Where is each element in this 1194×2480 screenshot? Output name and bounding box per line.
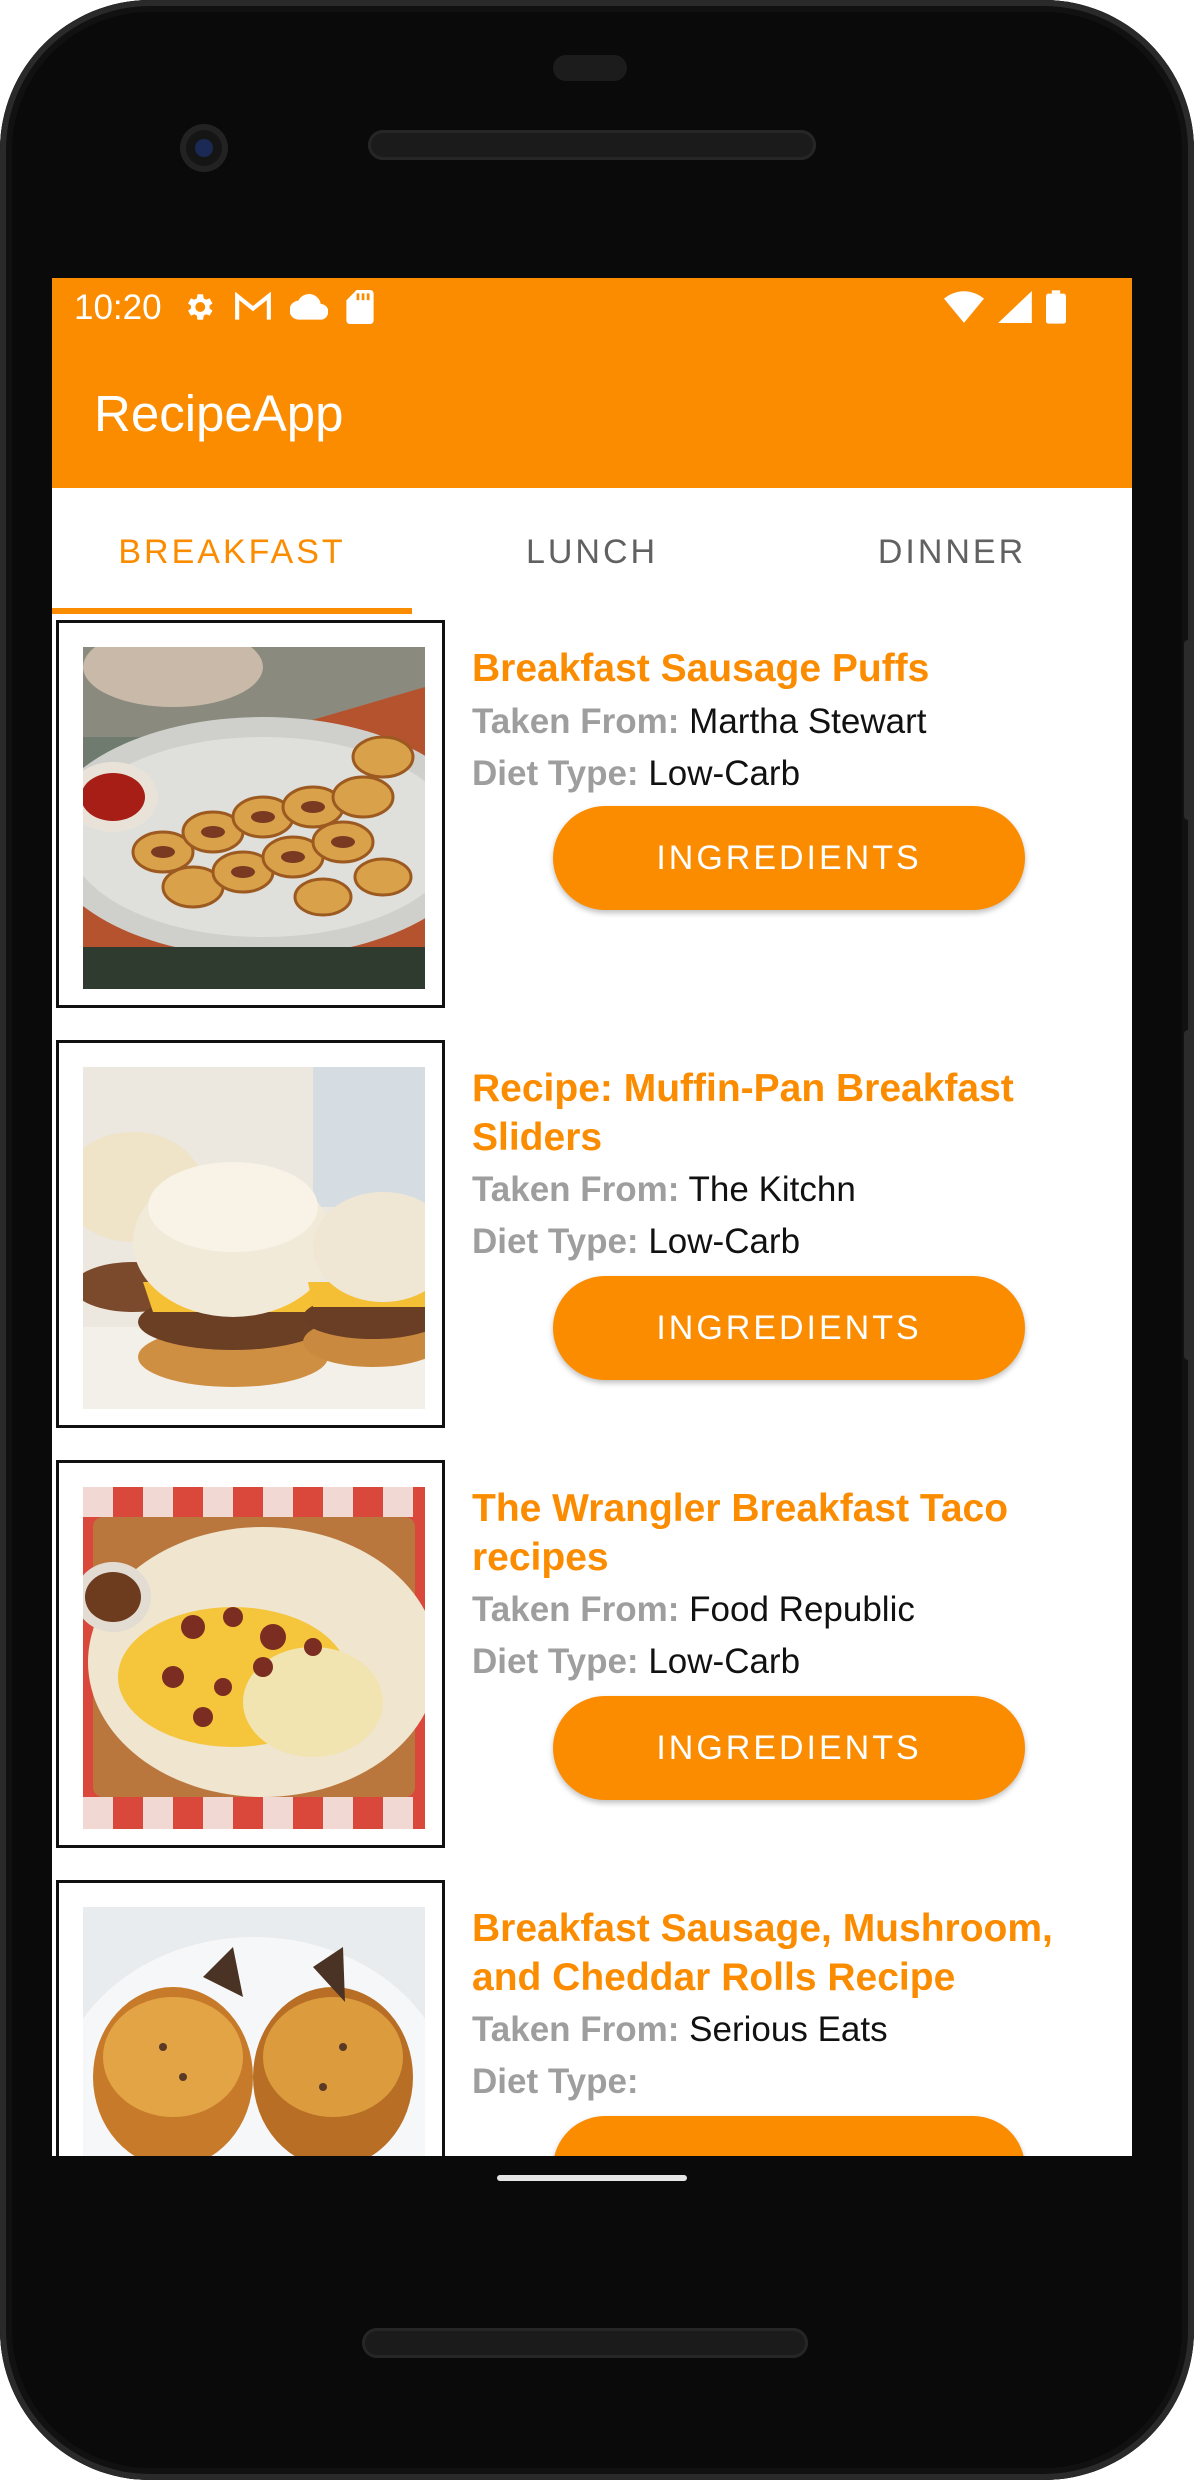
breakfast-sliders-photo bbox=[83, 1067, 425, 1409]
tab-label: BREAKFAST bbox=[118, 532, 346, 571]
source-value: The Kitchn bbox=[688, 1170, 856, 1209]
recipe-title: The Wrangler Breakfast Taco recipes bbox=[472, 1487, 1009, 1579]
recipe-card[interactable]: The Wrangler Breakfast Taco recipes Take… bbox=[52, 1456, 1132, 1854]
ingredients-button[interactable] bbox=[553, 2116, 1025, 2156]
sausage-puffs-photo bbox=[83, 647, 425, 989]
diet-value: Low-Carb bbox=[648, 1222, 801, 1261]
cloud-icon bbox=[290, 294, 328, 320]
taken-from-label: Taken From: bbox=[472, 702, 680, 741]
taken-from-label: Taken From: bbox=[472, 1590, 680, 1629]
phone-frame: 10:20 RecipeApp BREAKFAST LUNCH DINNER B… bbox=[0, 0, 1194, 2480]
recipe-card[interactable]: Breakfast Sausage Puffs Taken From: Mart… bbox=[52, 616, 1132, 1014]
diet-type-label: Diet Type: bbox=[472, 1222, 639, 1261]
gear-icon bbox=[188, 294, 213, 320]
screen: 10:20 RecipeApp BREAKFAST LUNCH DINNER B… bbox=[52, 278, 1132, 2156]
taken-from-label: Taken From: bbox=[472, 1170, 680, 1209]
recipe-image-frame bbox=[56, 1460, 445, 1848]
diet-value: Low-Carb bbox=[648, 754, 801, 793]
recipe-image-frame bbox=[56, 1880, 445, 2156]
app-bar: RecipeApp bbox=[52, 344, 1132, 488]
app-title: RecipeApp bbox=[94, 385, 344, 442]
tab-label: LUNCH bbox=[525, 532, 659, 571]
recipe-card[interactable]: Recipe: Muffin-Pan Breakfast Sliders Tak… bbox=[52, 1036, 1132, 1434]
recipe-diet: Diet Type: Low-Carb bbox=[472, 1222, 800, 1262]
ingredients-button[interactable]: INGREDIENTS bbox=[553, 806, 1025, 910]
diet-type-label: Diet Type: bbox=[472, 2062, 639, 2101]
recipe-source: Taken From: Martha Stewart bbox=[472, 702, 926, 742]
front-camera bbox=[180, 124, 228, 172]
recipe-title: Breakfast Sausage Puffs bbox=[472, 647, 930, 690]
gmail-icon bbox=[235, 292, 271, 320]
recipe-source: Taken From: The Kitchn bbox=[472, 1170, 856, 1210]
signal-icon bbox=[998, 291, 1032, 323]
status-time: 10:20 bbox=[74, 288, 162, 327]
diet-type-label: Diet Type: bbox=[472, 1642, 639, 1681]
diet-value: Low-Carb bbox=[648, 1642, 801, 1681]
home-indicator[interactable] bbox=[497, 2175, 687, 2181]
active-tab-indicator bbox=[52, 608, 412, 614]
recipe-card[interactable]: Breakfast Sausage, Mushroom, and Cheddar… bbox=[52, 1876, 1132, 2156]
recipe-source: Taken From: Serious Eats bbox=[472, 2010, 888, 2050]
source-value: Food Republic bbox=[689, 1590, 915, 1629]
recipe-source: Taken From: Food Republic bbox=[472, 1590, 915, 1630]
sd-card-icon bbox=[346, 290, 374, 324]
tab-bar: BREAKFAST LUNCH DINNER bbox=[52, 488, 1132, 616]
recipe-diet: Diet Type: Low-Carb bbox=[472, 1642, 800, 1682]
recipe-title: Breakfast Sausage, Mushroom, and Cheddar… bbox=[472, 1907, 1053, 1999]
earpiece bbox=[553, 55, 627, 81]
bottom-speaker-grille bbox=[362, 2328, 808, 2358]
recipe-diet: Diet Type: Low-Carb bbox=[472, 754, 800, 794]
tab-label: DINNER bbox=[877, 532, 1027, 571]
wifi-icon bbox=[944, 291, 984, 323]
battery-icon bbox=[1046, 290, 1066, 324]
taken-from-label: Taken From: bbox=[472, 2010, 680, 2049]
recipe-diet: Diet Type: bbox=[472, 2062, 639, 2102]
power-button bbox=[1184, 640, 1194, 820]
tab-breakfast[interactable]: BREAKFAST bbox=[52, 488, 412, 616]
recipe-image-frame bbox=[56, 1040, 445, 1428]
breakfast-taco-photo bbox=[83, 1487, 425, 1829]
source-value: Martha Stewart bbox=[689, 702, 927, 741]
recipe-title: Recipe: Muffin-Pan Breakfast Sliders bbox=[472, 1067, 1014, 1159]
source-value: Serious Eats bbox=[689, 2010, 888, 2049]
tab-lunch[interactable]: LUNCH bbox=[412, 488, 772, 616]
status-bar: 10:20 bbox=[52, 278, 1132, 344]
ingredients-button[interactable]: INGREDIENTS bbox=[553, 1696, 1025, 1800]
volume-rocker bbox=[1184, 1030, 1194, 1360]
diet-type-label: Diet Type: bbox=[472, 754, 639, 793]
top-speaker-grille bbox=[368, 130, 816, 160]
ingredients-button[interactable]: INGREDIENTS bbox=[553, 1276, 1025, 1380]
sausage-rolls-photo bbox=[83, 1907, 425, 2156]
recipe-image-frame bbox=[56, 620, 445, 1008]
tab-dinner[interactable]: DINNER bbox=[772, 488, 1132, 616]
